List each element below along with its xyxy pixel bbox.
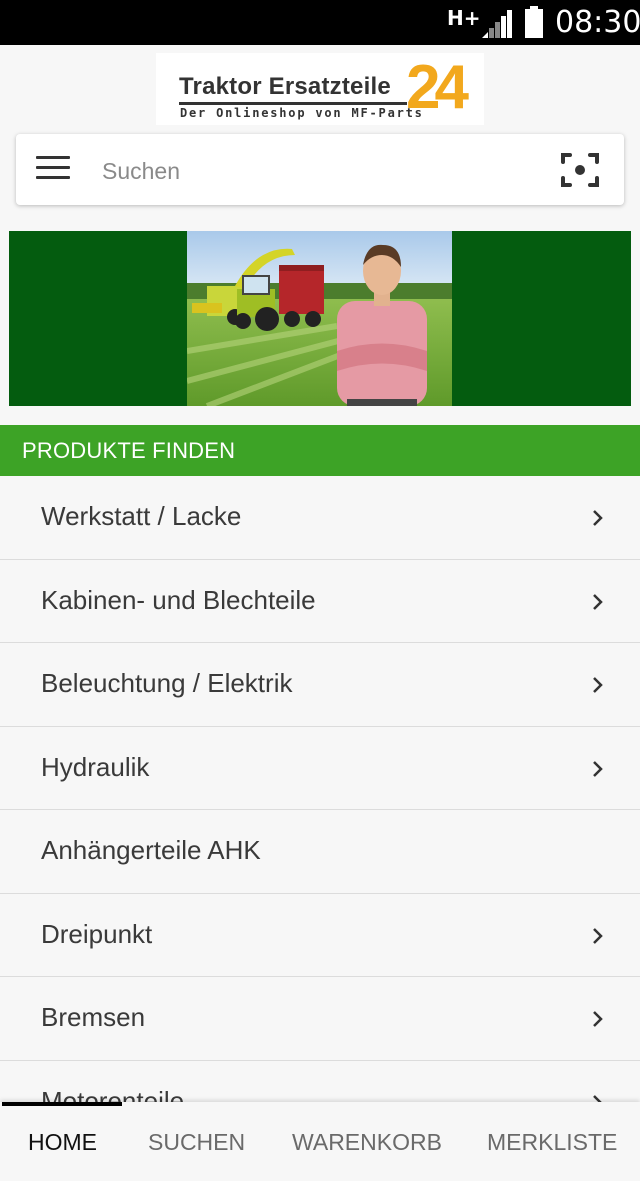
category-item[interactable]: Dreipunkt <box>0 893 640 977</box>
category-item[interactable]: Motorenteile <box>0 1060 640 1104</box>
logo-number: 24 <box>406 53 469 122</box>
category-item[interactable]: Werkstatt / Lacke <box>0 476 640 560</box>
banner-photo <box>187 231 452 406</box>
category-label: Beleuchtung / Elektrik <box>41 668 293 698</box>
tab-home[interactable]: HOME <box>28 1129 97 1156</box>
chevron-right-icon <box>593 510 603 526</box>
category-label: Kabinen- und Blechteile <box>41 584 316 615</box>
section-title: PRODUKTE FINDEN <box>22 438 236 463</box>
status-bar: H+ 08:30 <box>0 0 640 45</box>
logo-underline <box>179 102 407 105</box>
scan-icon[interactable] <box>560 151 600 189</box>
chevron-right-icon <box>593 927 603 944</box>
battery-icon <box>525 6 543 38</box>
tab-warenkorb[interactable]: WARENKORB <box>292 1129 442 1156</box>
network-type: H+ <box>447 6 481 30</box>
category-label: Anhängerteile AHK <box>41 835 261 865</box>
category-item[interactable]: Kabinen- und Blechteile <box>0 559 640 643</box>
search-bar <box>16 134 624 205</box>
logo-brand: Traktor Ersatzteile <box>179 73 391 100</box>
logo-tagline: Der Onlineshop von MF-Parts <box>180 106 424 120</box>
category-label: Bremsen <box>41 1002 146 1032</box>
hamburger-menu-icon[interactable] <box>36 156 70 184</box>
category-label: Dreipunkt <box>41 918 153 949</box>
category-label: Hydraulik <box>41 751 150 782</box>
chevron-right-icon <box>593 760 603 777</box>
category-label: Werkstatt / Lacke <box>41 501 242 531</box>
app-header: Traktor Ersatzteile Der Onlineshop von M… <box>0 45 640 130</box>
tab-suchen[interactable]: SUCHEN <box>148 1129 245 1156</box>
category-list: Werkstatt / Lacke Kabinen- und Blechteil… <box>0 476 640 1104</box>
section-header: PRODUKTE FINDEN <box>0 425 640 476</box>
category-item[interactable]: Bremsen <box>0 977 640 1061</box>
active-tab-indicator <box>2 1102 122 1106</box>
category-item[interactable]: Beleuchtung / Elektrik <box>0 643 640 727</box>
signal-icon <box>482 10 512 38</box>
chevron-right-icon <box>593 1011 603 1027</box>
clock: 08:30 <box>555 5 640 40</box>
search-input[interactable] <box>100 151 544 191</box>
chevron-right-icon <box>593 593 603 610</box>
category-item[interactable]: Anhängerteile AHK <box>0 810 640 894</box>
bottom-navigation: HOME SUCHEN WARENKORB MERKLISTE <box>0 1102 640 1181</box>
category-item[interactable]: Hydraulik <box>0 726 640 810</box>
promo-banner[interactable] <box>9 231 631 406</box>
tab-merkliste[interactable]: MERKLISTE <box>487 1129 617 1156</box>
chevron-right-icon <box>593 677 603 693</box>
shop-logo[interactable]: Traktor Ersatzteile Der Onlineshop von M… <box>156 53 484 125</box>
